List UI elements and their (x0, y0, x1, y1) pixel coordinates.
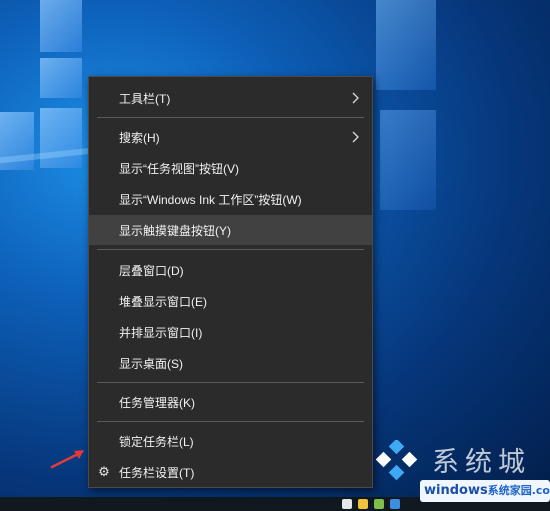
menu-item-taskbar-settings[interactable]: ⚙ 任务栏设置(T) (89, 457, 372, 487)
menu-item-lock-taskbar[interactable]: 锁定任务栏(L) (89, 426, 372, 456)
window-logo-pane (40, 108, 82, 168)
site-watermark: 系统城 windows系统家园.com (360, 432, 550, 511)
menu-item-label: 显示桌面(S) (119, 356, 183, 371)
menu-item-task-manager[interactable]: 任务管理器(K) (89, 387, 372, 417)
chevron-right-icon (352, 92, 359, 104)
menu-item-toolbars[interactable]: 工具栏(T) (89, 83, 372, 113)
taskbar-context-menu: 工具栏(T) 搜索(H) 显示“任务视图”按钮(V) 显示“Windows In… (88, 76, 373, 488)
menu-item-label: 锁定任务栏(L) (119, 434, 194, 449)
menu-item-side-by-side[interactable]: 并排显示窗口(I) (89, 317, 372, 347)
watermark-url-text: 系统家园 (487, 484, 532, 497)
menu-item-cascade-windows[interactable]: 层叠窗口(D) (89, 255, 372, 285)
menu-item-label: 显示“任务视图”按钮(V) (119, 161, 239, 176)
watermark-title: 系统城 (432, 447, 531, 478)
menu-item-stack-windows[interactable]: 堆叠显示窗口(E) (89, 286, 372, 316)
window-logo-pane (376, 0, 436, 90)
window-logo-pane (40, 58, 82, 98)
menu-item-search[interactable]: 搜索(H) (89, 122, 372, 152)
watermark-url-suffix: .com (531, 484, 550, 497)
menu-item-label: 层叠窗口(D) (119, 263, 184, 278)
gear-icon: ⚙ (98, 464, 110, 479)
menu-item-label: 显示“Windows Ink 工作区”按钮(W) (119, 192, 302, 207)
menu-item-label: 任务栏设置(T) (119, 465, 195, 480)
menu-separator (97, 117, 364, 118)
tray-icon[interactable] (342, 499, 352, 509)
windows-diamond-logo (375, 440, 418, 480)
menu-item-show-windows-ink[interactable]: 显示“Windows Ink 工作区”按钮(W) (89, 184, 372, 214)
window-logo-pane (40, 0, 82, 52)
watermark-url-brand: windows (424, 483, 488, 498)
menu-separator (97, 421, 364, 422)
window-logo-pane (380, 110, 436, 210)
watermark-url: windows系统家园.com (424, 482, 550, 498)
red-arrow-annotation (50, 450, 84, 469)
menu-separator (97, 249, 364, 250)
menu-item-show-desktop[interactable]: 显示桌面(S) (89, 348, 372, 378)
menu-item-label: 显示触摸键盘按钮(Y) (119, 223, 231, 238)
menu-item-label: 并排显示窗口(I) (119, 325, 203, 340)
menu-item-show-task-view[interactable]: 显示“任务视图”按钮(V) (89, 153, 372, 183)
menu-item-label: 搜索(H) (119, 130, 160, 145)
menu-item-label: 堆叠显示窗口(E) (119, 294, 207, 309)
menu-item-label: 任务管理器(K) (119, 395, 195, 410)
menu-separator (97, 382, 364, 383)
menu-item-show-touch-keyboard[interactable]: 显示触摸键盘按钮(Y) (89, 215, 372, 245)
menu-item-label: 工具栏(T) (119, 91, 171, 106)
chevron-right-icon (352, 131, 359, 143)
